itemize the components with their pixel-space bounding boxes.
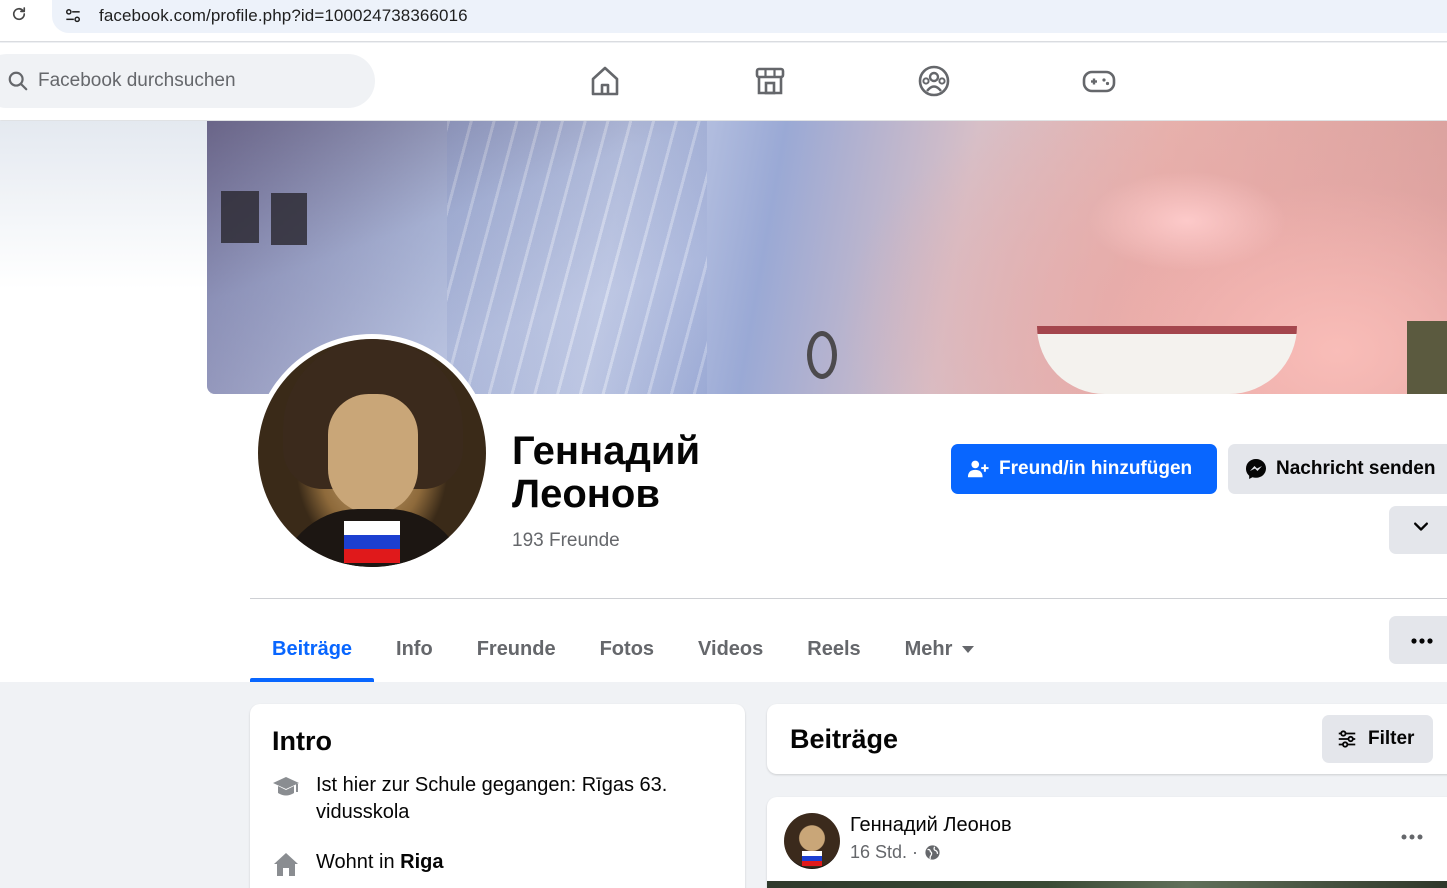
cover-shoulder	[1407, 321, 1447, 394]
send-message-label: Nachricht senden	[1276, 458, 1436, 479]
tab-more[interactable]: Mehr	[883, 616, 997, 682]
residence-city-link[interactable]: Riga	[400, 851, 443, 873]
intro-residence: Wohnt in Riga	[270, 849, 736, 881]
url-field[interactable]: facebook.com/profile.php?id=100024738366…	[52, 0, 1447, 33]
home-icon[interactable]	[587, 63, 623, 99]
intro-card: Intro Ist hier zur Schule gegangen: Rīga…	[250, 704, 745, 888]
search-input[interactable]	[38, 54, 358, 108]
tab-label: Videos	[698, 637, 764, 660]
ellipsis-icon	[1401, 834, 1423, 840]
tab-posts[interactable]: Beiträge	[250, 616, 375, 682]
groups-icon[interactable]	[916, 63, 952, 99]
send-message-button[interactable]: Nachricht senden	[1228, 444, 1447, 494]
add-friend-button[interactable]: Freund/in hinzufügen	[951, 444, 1217, 494]
post-timestamp[interactable]: 16 Std. ·	[850, 842, 918, 863]
caret-down-icon	[962, 645, 975, 653]
messenger-icon	[1244, 457, 1268, 481]
intro-title: Intro	[272, 726, 332, 756]
tab-label: Reels	[807, 637, 861, 660]
tab-friends[interactable]: Freunde	[455, 616, 578, 682]
post-author-name[interactable]: Геннадий Леонов	[850, 814, 1012, 837]
house-icon	[270, 849, 302, 881]
residence-text: Wohnt in Riga	[316, 849, 736, 881]
post-options-button[interactable]	[1392, 822, 1432, 852]
post-image[interactable]	[767, 881, 1447, 888]
gaming-icon[interactable]	[1081, 63, 1117, 99]
add-person-icon	[967, 457, 991, 481]
cover-window	[271, 193, 307, 245]
profile-name-line2: Леонов	[512, 472, 660, 516]
post-card: Геннадий Леонов 16 Std. ·	[767, 797, 1447, 888]
more-options-dropdown-button[interactable]	[1389, 506, 1447, 554]
reload-icon[interactable]	[8, 3, 30, 25]
cover-window	[221, 191, 259, 243]
search-icon	[7, 70, 29, 92]
education-text: Ist hier zur Schule gegangen: Rīgas 63. …	[316, 774, 668, 823]
tab-label: Fotos	[599, 637, 655, 660]
url-text[interactable]: facebook.com/profile.php?id=100024738366…	[99, 6, 468, 26]
tab-videos[interactable]: Videos	[676, 616, 785, 682]
tab-info[interactable]: Info	[374, 616, 455, 682]
cover-glass-reflection	[447, 121, 707, 394]
cover-smile	[1037, 326, 1297, 394]
post-meta: 16 Std. ·	[850, 842, 941, 863]
intro-education: Ist hier zur Schule gegangen: Rīgas 63. …	[270, 772, 736, 826]
profile-divider	[250, 598, 1447, 599]
graduation-cap-icon	[270, 772, 302, 804]
tab-reels[interactable]: Reels	[785, 616, 882, 682]
russian-flag-frame	[802, 851, 822, 866]
cover-earring	[807, 331, 837, 379]
search-box[interactable]	[0, 54, 375, 108]
avatar-face	[328, 394, 418, 514]
residence-prefix: Wohnt in	[316, 851, 401, 873]
tab-label: Info	[396, 637, 433, 660]
profile-tabs: Beiträge Info Freunde Fotos Videos Reels…	[250, 616, 996, 682]
site-settings-icon[interactable]	[62, 5, 84, 27]
tab-label: Beiträge	[272, 637, 353, 660]
profile-more-button[interactable]	[1389, 616, 1447, 664]
tab-photos[interactable]: Fotos	[578, 616, 676, 682]
cover-face-highlight	[1087, 171, 1287, 271]
filter-button[interactable]: Filter	[1322, 715, 1433, 763]
marketplace-icon[interactable]	[752, 63, 788, 99]
add-friend-label: Freund/in hinzufügen	[999, 458, 1193, 479]
profile-picture[interactable]	[253, 334, 491, 572]
tab-label: Mehr	[904, 637, 953, 660]
profile-name-line1: Геннадий	[512, 429, 701, 473]
tab-label: Freunde	[476, 637, 556, 660]
posts-header-card: Beiträge Filter	[767, 704, 1447, 774]
profile-picture-image	[258, 339, 486, 567]
profile-name: Геннадий Леонов	[512, 430, 700, 516]
globe-icon	[924, 844, 941, 861]
ellipsis-icon	[1411, 629, 1433, 651]
facebook-top-bar	[0, 43, 1447, 120]
russian-flag-frame	[344, 521, 400, 563]
browser-address-bar: facebook.com/profile.php?id=100024738366…	[0, 0, 1447, 42]
filter-label: Filter	[1368, 728, 1415, 749]
friends-count-link[interactable]: 193 Freunde	[512, 530, 620, 552]
chevron-down-icon	[1411, 517, 1431, 543]
post-author-avatar[interactable]	[784, 813, 840, 869]
posts-title: Beiträge	[790, 724, 899, 754]
filter-sliders-icon	[1336, 727, 1360, 751]
